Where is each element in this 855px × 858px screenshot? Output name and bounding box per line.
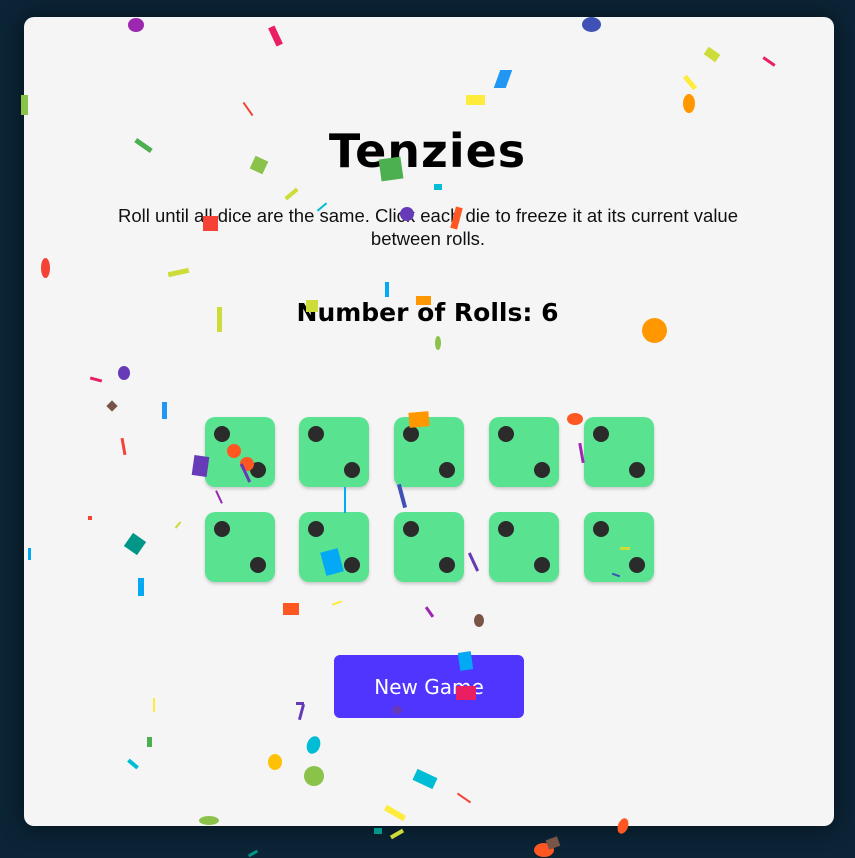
- die[interactable]: [394, 417, 464, 487]
- die[interactable]: [489, 417, 559, 487]
- pip: [593, 426, 609, 442]
- pip: [308, 521, 324, 537]
- die[interactable]: [205, 512, 275, 582]
- game-instructions: Roll until all dice are the same. Click …: [117, 205, 739, 249]
- pip: [498, 426, 514, 442]
- pip: [593, 521, 609, 537]
- die[interactable]: [299, 512, 369, 582]
- confetti-piece: [545, 836, 561, 850]
- pip: [629, 557, 645, 573]
- pip: [629, 462, 645, 478]
- die[interactable]: [489, 512, 559, 582]
- die[interactable]: [394, 512, 464, 582]
- pip: [403, 426, 419, 442]
- confetti-piece: [534, 843, 554, 857]
- pip: [308, 426, 324, 442]
- pip: [344, 462, 360, 478]
- confetti-piece: [247, 849, 259, 858]
- new-game-button[interactable]: New Game: [334, 655, 524, 718]
- pip: [250, 462, 266, 478]
- die[interactable]: [584, 512, 654, 582]
- game-title: Tenzies: [328, 124, 527, 178]
- pip: [439, 557, 455, 573]
- die[interactable]: [205, 417, 275, 487]
- die[interactable]: [299, 417, 369, 487]
- pip: [498, 521, 514, 537]
- confetti-piece: [374, 828, 382, 834]
- pip: [214, 521, 230, 537]
- die[interactable]: [584, 417, 654, 487]
- pip: [344, 557, 360, 573]
- pip: [403, 521, 419, 537]
- roll-counter: Number of Rolls: 6: [296, 298, 559, 327]
- pip: [439, 462, 455, 478]
- pip: [534, 462, 550, 478]
- confetti-piece: [389, 828, 405, 840]
- pip: [250, 557, 266, 573]
- pip: [214, 426, 230, 442]
- pip: [534, 557, 550, 573]
